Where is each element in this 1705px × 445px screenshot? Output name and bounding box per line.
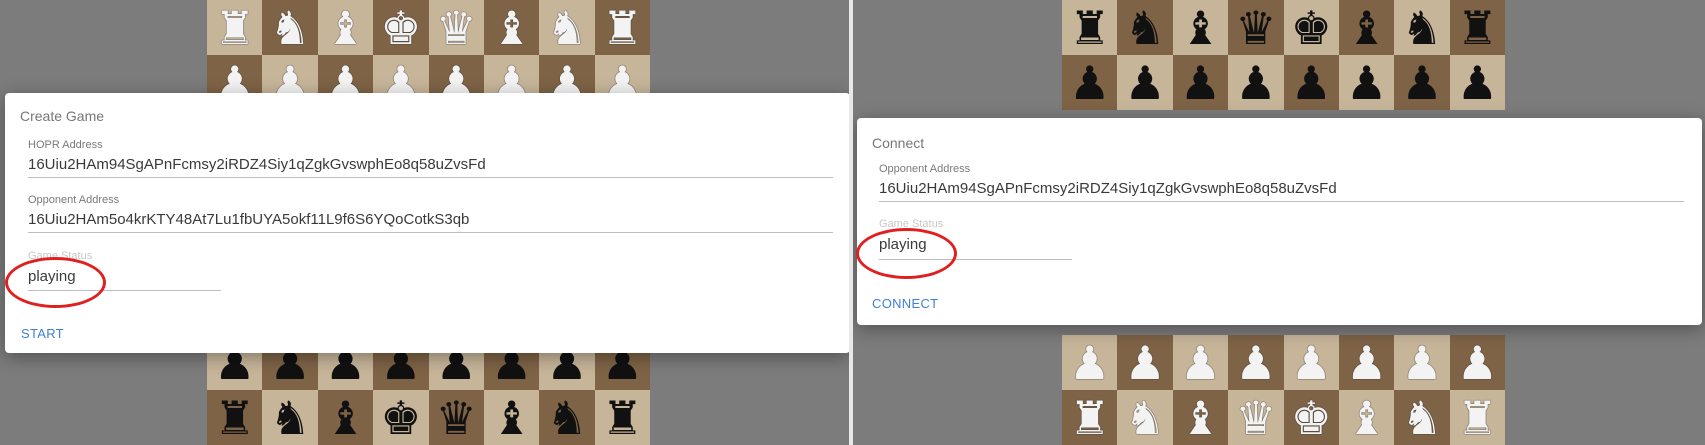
white-king-piece[interactable]: ♚ bbox=[373, 0, 429, 55]
black-pawn-piece[interactable]: ♟ bbox=[1228, 55, 1284, 110]
opponent-address-label: Opponent Address bbox=[879, 163, 971, 175]
white-queen-piece[interactable]: ♛ bbox=[1228, 390, 1284, 445]
black-knight-piece[interactable]: ♞ bbox=[262, 390, 318, 445]
black-pawn-piece[interactable]: ♟ bbox=[1338, 55, 1395, 110]
chess-board-bottom: ♟ ♟ ♟ ♟ ♟ ♟ ♟ ♟ ♜ ♞ ♝ ♛ ♚ ♝ ♞ ♜ bbox=[1062, 335, 1505, 445]
dialog-title: Create Game bbox=[20, 108, 105, 124]
board-rank-black-back: ♜ ♞ ♝ ♛ ♚ ♝ ♞ ♜ bbox=[1062, 0, 1505, 55]
board-rank-white-back: ♜ ♞ ♝ ♛ ♚ ♝ ♞ ♜ bbox=[1062, 390, 1505, 445]
white-bishop-piece[interactable]: ♝ bbox=[483, 0, 540, 55]
black-queen-piece[interactable]: ♛ bbox=[1228, 0, 1284, 55]
black-rook-piece[interactable]: ♜ bbox=[594, 390, 650, 445]
board-rank-white-back: ♜ ♞ ♝ ♚ ♛ ♝ ♞ ♜ bbox=[207, 0, 650, 55]
white-pawn-piece[interactable]: ♟ bbox=[1449, 335, 1505, 390]
white-knight-piece[interactable]: ♞ bbox=[262, 0, 318, 55]
hopr-address-field[interactable]: 16Uiu2HAm94SgAPnFcmsy2iRDZ4Siy1qZgkGvswp… bbox=[28, 156, 486, 173]
opponent-address-label: Opponent Address bbox=[28, 194, 120, 206]
black-knight-piece[interactable]: ♞ bbox=[1117, 0, 1173, 55]
white-pawn-piece[interactable]: ♟ bbox=[1394, 335, 1450, 390]
connect-button[interactable]: CONNECT bbox=[872, 296, 938, 311]
hopr-address-underline bbox=[28, 177, 833, 178]
black-king-piece[interactable]: ♚ bbox=[1283, 0, 1339, 55]
black-bishop-piece[interactable]: ♝ bbox=[317, 390, 374, 445]
opponent-address-underline bbox=[879, 201, 1684, 202]
board-rank-white-pawns: ♟ ♟ ♟ ♟ ♟ ♟ ♟ ♟ bbox=[1062, 335, 1505, 390]
white-pawn-piece[interactable]: ♟ bbox=[1283, 335, 1339, 390]
create-game-dialog: Create Game HOPR Address 16Uiu2HAm94SgAP… bbox=[5, 93, 849, 353]
white-king-piece[interactable]: ♚ bbox=[1283, 390, 1339, 445]
highlight-circle bbox=[856, 228, 957, 279]
black-rook-piece[interactable]: ♜ bbox=[1062, 0, 1118, 55]
opponent-address-field[interactable]: 16Uiu2HAm94SgAPnFcmsy2iRDZ4Siy1qZgkGvswp… bbox=[879, 180, 1337, 197]
white-pawn-piece[interactable]: ♟ bbox=[1172, 335, 1229, 390]
start-button[interactable]: START bbox=[21, 326, 64, 341]
white-bishop-piece[interactable]: ♝ bbox=[317, 0, 374, 55]
black-pawn-piece[interactable]: ♟ bbox=[1449, 55, 1505, 110]
white-knight-piece[interactable]: ♞ bbox=[1117, 390, 1173, 445]
white-rook-piece[interactable]: ♜ bbox=[594, 0, 650, 55]
black-bishop-piece[interactable]: ♝ bbox=[1338, 0, 1395, 55]
white-pawn-piece[interactable]: ♟ bbox=[1117, 335, 1173, 390]
white-pawn-piece[interactable]: ♟ bbox=[1062, 335, 1118, 390]
highlight-circle bbox=[5, 257, 106, 308]
black-knight-piece[interactable]: ♞ bbox=[539, 390, 595, 445]
black-rook-piece[interactable]: ♜ bbox=[207, 390, 263, 445]
black-pawn-piece[interactable]: ♟ bbox=[1062, 55, 1118, 110]
right-screen: ♜ ♞ ♝ ♛ ♚ ♝ ♞ ♜ ♟ ♟ ♟ ♟ ♟ ♟ ♟ ♟ ♟ ♟ ♟ ♟ … bbox=[853, 0, 1705, 445]
white-rook-piece[interactable]: ♜ bbox=[1449, 390, 1505, 445]
connect-dialog: Connect Opponent Address 16Uiu2HAm94SgAP… bbox=[857, 118, 1702, 325]
white-queen-piece[interactable]: ♛ bbox=[428, 0, 484, 55]
white-knight-piece[interactable]: ♞ bbox=[1394, 390, 1450, 445]
black-bishop-piece[interactable]: ♝ bbox=[483, 390, 540, 445]
white-knight-piece[interactable]: ♞ bbox=[539, 0, 595, 55]
opponent-address-underline bbox=[28, 232, 833, 233]
black-bishop-piece[interactable]: ♝ bbox=[1172, 0, 1229, 55]
black-rook-piece[interactable]: ♜ bbox=[1449, 0, 1505, 55]
board-rank-black-back: ♜ ♞ ♝ ♚ ♛ ♝ ♞ ♜ bbox=[207, 390, 650, 445]
black-queen-piece[interactable]: ♛ bbox=[428, 390, 484, 445]
black-pawn-piece[interactable]: ♟ bbox=[1117, 55, 1173, 110]
white-bishop-piece[interactable]: ♝ bbox=[1172, 390, 1229, 445]
white-rook-piece[interactable]: ♜ bbox=[207, 0, 263, 55]
left-screen: ♜ ♞ ♝ ♚ ♛ ♝ ♞ ♜ ♟ ♟ ♟ ♟ ♟ ♟ ♟ ♟ ♟ ♟ ♟ ♟ … bbox=[0, 0, 849, 445]
opponent-address-field[interactable]: 16Uiu2HAm5o4krKTY48At7Lu1fbUYA5okf11L9f6… bbox=[28, 211, 469, 228]
black-pawn-piece[interactable]: ♟ bbox=[1394, 55, 1450, 110]
white-rook-piece[interactable]: ♜ bbox=[1062, 390, 1118, 445]
black-pawn-piece[interactable]: ♟ bbox=[1283, 55, 1339, 110]
hopr-address-label: HOPR Address bbox=[28, 139, 103, 151]
white-bishop-piece[interactable]: ♝ bbox=[1338, 390, 1395, 445]
black-king-piece[interactable]: ♚ bbox=[373, 390, 429, 445]
board-rank-black-pawns: ♟ ♟ ♟ ♟ ♟ ♟ ♟ ♟ bbox=[1062, 55, 1505, 110]
dialog-title: Connect bbox=[872, 135, 925, 151]
black-knight-piece[interactable]: ♞ bbox=[1394, 0, 1450, 55]
chess-board-top: ♜ ♞ ♝ ♛ ♚ ♝ ♞ ♜ ♟ ♟ ♟ ♟ ♟ ♟ ♟ ♟ bbox=[1062, 0, 1505, 110]
white-pawn-piece[interactable]: ♟ bbox=[1338, 335, 1395, 390]
black-pawn-piece[interactable]: ♟ bbox=[1172, 55, 1229, 110]
white-pawn-piece[interactable]: ♟ bbox=[1228, 335, 1284, 390]
